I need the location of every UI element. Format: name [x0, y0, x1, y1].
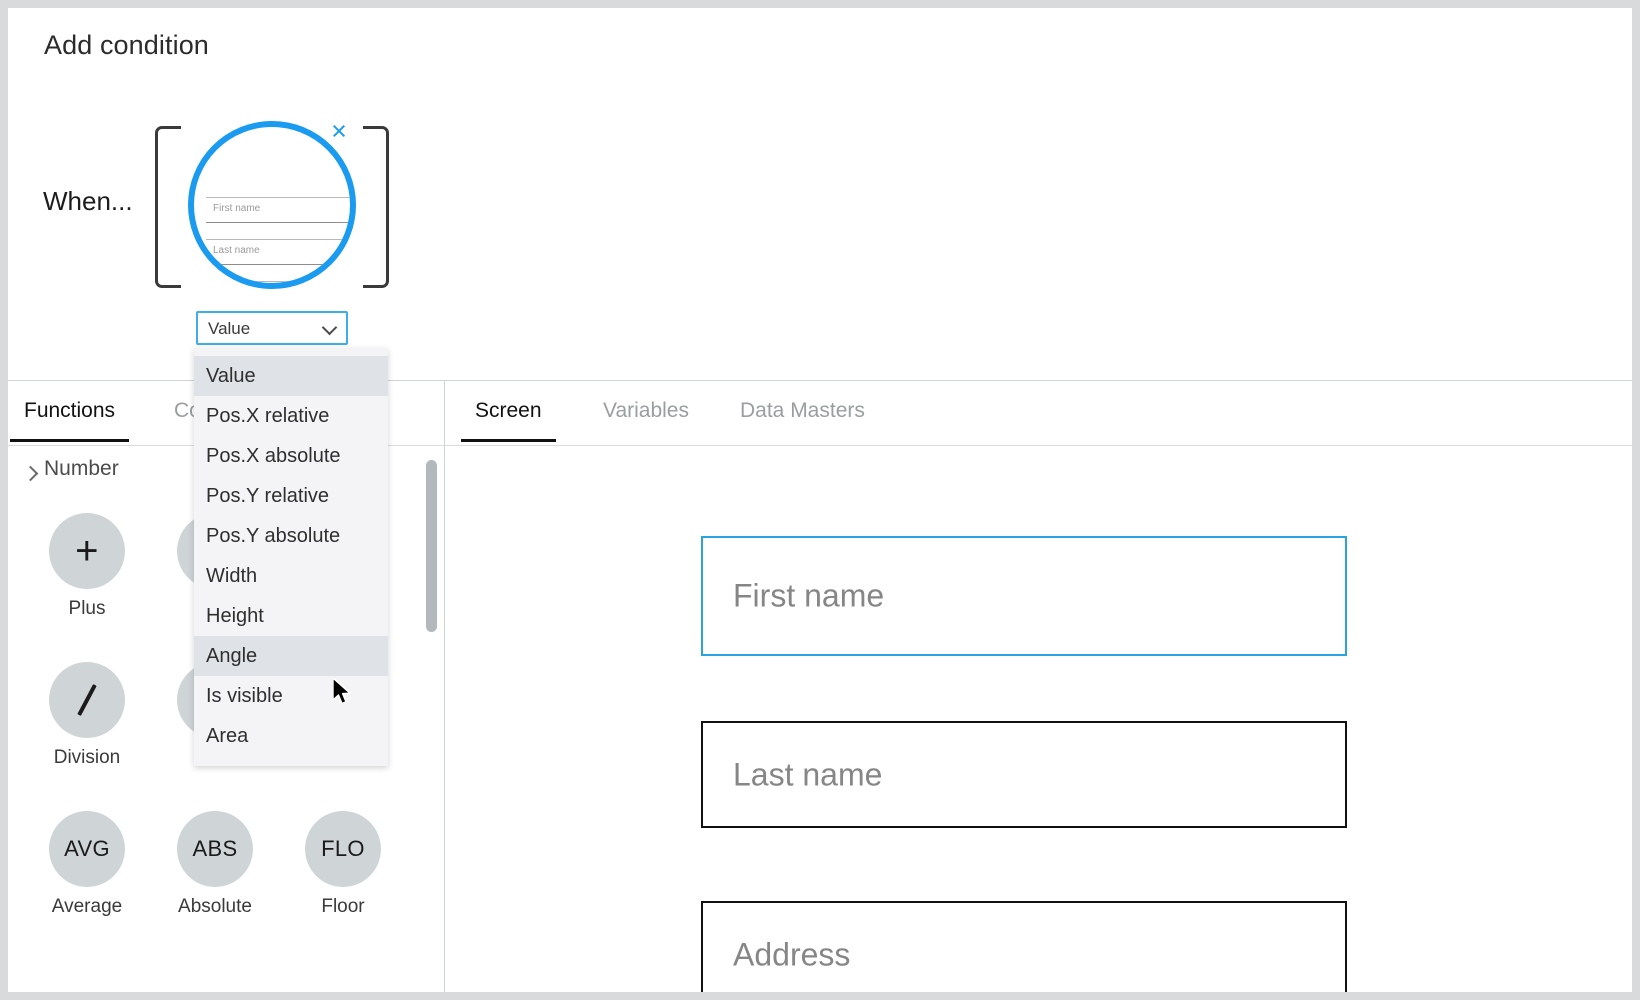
plus-icon: + — [49, 513, 125, 589]
tab-variables[interactable]: Variables — [603, 399, 689, 423]
function-label: Division — [53, 747, 121, 768]
tab-data-masters[interactable]: Data Masters — [740, 399, 865, 423]
field-placeholder: Last name — [733, 756, 883, 792]
page-title: Add condition — [44, 30, 209, 60]
field-last-name[interactable]: Last name — [701, 721, 1347, 828]
bracket-right — [363, 126, 389, 288]
dropdown-option-angle[interactable]: Angle — [194, 636, 388, 676]
property-select-value: Value — [208, 319, 251, 338]
tab-label: Data Masters — [740, 399, 865, 422]
mini-field-label: Last name — [213, 245, 260, 256]
dropdown-option-width[interactable]: Width — [194, 556, 388, 596]
dropdown-option-area[interactable]: Area — [194, 716, 388, 756]
tab-functions[interactable]: Functions — [10, 399, 130, 442]
dropdown-option-posx-absolute[interactable]: Pos.X absolute — [194, 436, 388, 476]
close-icon[interactable]: × — [326, 118, 352, 145]
field-address[interactable]: Address — [701, 901, 1347, 992]
dropdown-option-is-visible[interactable]: Is visible — [194, 676, 388, 716]
field-placeholder: Address — [733, 936, 851, 972]
function-floor[interactable]: FLO Floor — [279, 811, 407, 918]
mini-field-third — [206, 281, 350, 283]
dropdown-option-height[interactable]: Height — [194, 596, 388, 636]
function-label: Average — [51, 896, 123, 917]
function-label: Plus — [68, 598, 106, 619]
bracket-left — [155, 126, 181, 288]
avg-glyph: AVG — [64, 836, 110, 861]
chevron-right-icon — [24, 467, 36, 479]
tab-active-underline — [10, 439, 130, 442]
field-placeholder: First name — [733, 577, 885, 614]
property-select[interactable]: Value — [196, 311, 348, 345]
field-first-name[interactable]: First name — [701, 536, 1347, 656]
chevron-down-icon — [323, 321, 337, 335]
division-icon — [49, 662, 125, 738]
absolute-icon: ABS — [177, 811, 253, 887]
tab-screen[interactable]: Screen — [461, 399, 556, 442]
app-window: Add condition When... First name Last na… — [8, 8, 1632, 992]
function-plus[interactable]: + Plus — [23, 513, 151, 620]
function-division[interactable]: Division — [23, 662, 151, 769]
tab-active-underline — [461, 439, 556, 442]
function-label: Absolute — [178, 896, 252, 917]
floor-icon: FLO — [305, 811, 381, 887]
mini-field-last-name: Last name — [206, 239, 350, 265]
average-icon: AVG — [49, 811, 125, 887]
group-label: Number — [44, 457, 119, 480]
dropdown-option-posy-absolute[interactable]: Pos.Y absolute — [194, 516, 388, 556]
dropdown-option-posy-relative[interactable]: Pos.Y relative — [194, 476, 388, 516]
tab-label: Variables — [603, 399, 689, 422]
abs-glyph: ABS — [192, 836, 238, 861]
function-label: Floor — [321, 896, 365, 917]
element-token-thumbnail[interactable]: First name Last name — [188, 121, 356, 289]
slash-glyph — [77, 684, 97, 716]
when-label: When... — [43, 186, 133, 216]
token-thumbnail-preview: First name Last name — [194, 127, 350, 283]
dropdown-option-posx-relative[interactable]: Pos.X relative — [194, 396, 388, 436]
dropdown-option-value[interactable]: Value — [194, 356, 388, 396]
functions-scrollbar[interactable] — [426, 460, 437, 632]
tabbar-rule — [445, 445, 1632, 446]
screen-panel: Screen Variables Data Masters First name… — [445, 381, 1632, 992]
tab-label: Screen — [475, 399, 542, 422]
mini-field-label: First name — [213, 203, 261, 214]
flo-glyph: FLO — [321, 836, 365, 861]
tab-label: Functions — [24, 399, 116, 422]
function-absolute[interactable]: ABS Absolute — [151, 811, 279, 918]
plus-glyph: + — [75, 528, 99, 573]
property-dropdown-list: Value Pos.X relative Pos.X absolute Pos.… — [194, 348, 388, 766]
mini-field-first-name: First name — [206, 197, 350, 223]
screen-tabbar: Screen Variables Data Masters — [445, 381, 1632, 446]
function-average[interactable]: AVG Average — [23, 811, 151, 918]
